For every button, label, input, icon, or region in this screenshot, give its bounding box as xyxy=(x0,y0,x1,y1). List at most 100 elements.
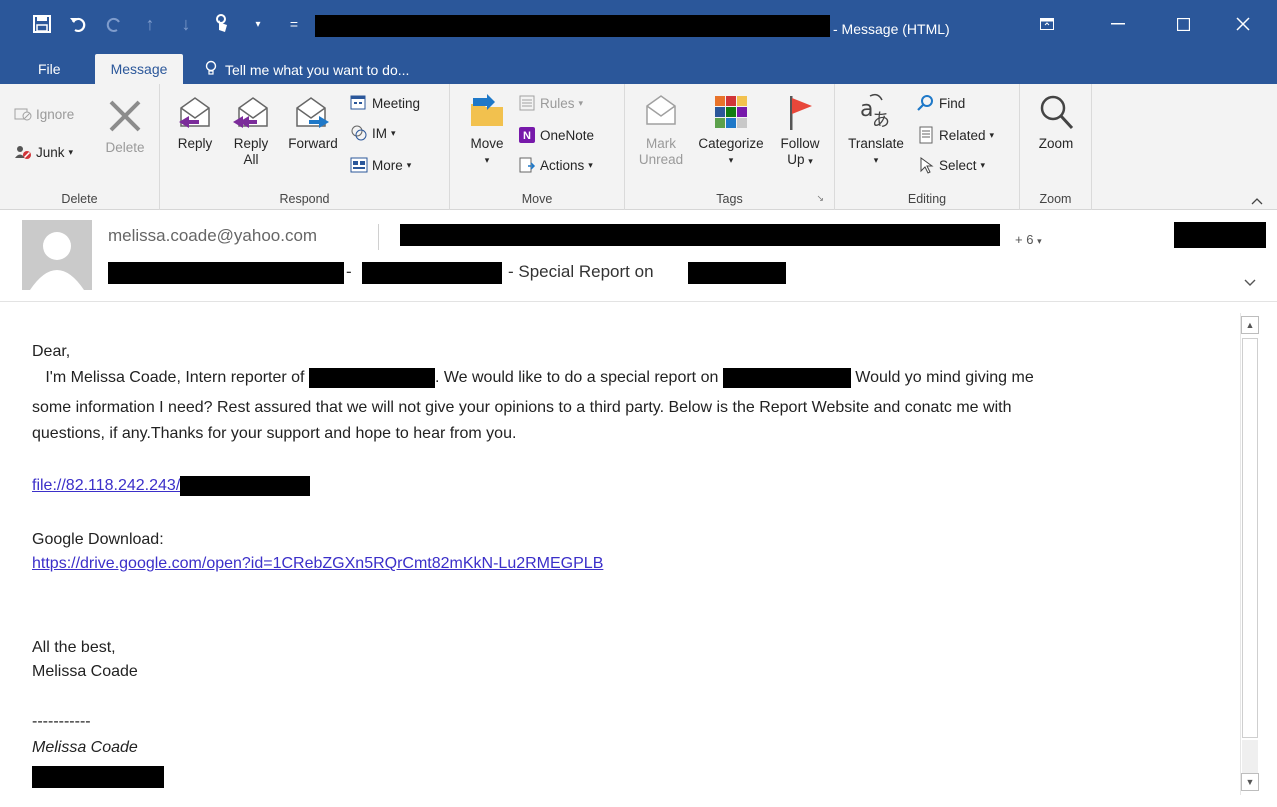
more-recipients[interactable]: + 6 ▾ xyxy=(1015,232,1042,247)
redo-icon[interactable] xyxy=(102,12,126,36)
junk-dropdown-icon: ▾ xyxy=(68,146,74,157)
tell-me-box[interactable]: Tell me what you want to do... xyxy=(205,60,409,79)
related-label: Related xyxy=(939,127,986,143)
header-separator xyxy=(378,224,379,250)
translate-button[interactable]: aあ Translate ▾ xyxy=(841,92,911,168)
google-download-label: Google Download: xyxy=(32,531,164,548)
im-icon xyxy=(350,124,368,142)
junk-button[interactable]: Junk ▾ xyxy=(14,141,73,163)
sender-address[interactable]: melissa.coade@yahoo.com xyxy=(108,226,317,246)
touch-mode-icon[interactable] xyxy=(210,12,234,36)
zoom-button[interactable]: Zoom xyxy=(1030,92,1082,152)
file-link-row: file://82.118.242.243/ xyxy=(32,474,311,498)
message-body: Dear, I'm Melissa Coade, Intern reporter… xyxy=(0,302,1240,807)
forward-button[interactable]: Forward xyxy=(282,92,344,152)
p1-part-c: Would yo mind giving me xyxy=(850,369,1034,386)
tab-message[interactable]: Message xyxy=(95,54,183,84)
move-button[interactable]: Move ▾ xyxy=(460,92,514,168)
find-button[interactable]: Find xyxy=(917,92,965,114)
translate-icon: aあ xyxy=(856,92,896,132)
avatar xyxy=(22,220,92,290)
recipients-dropdown-icon: ▾ xyxy=(1037,236,1042,246)
im-dropdown-icon: ▾ xyxy=(391,127,396,138)
maximize-icon[interactable] xyxy=(1160,8,1206,40)
reply-all-button[interactable]: Reply All xyxy=(226,92,276,168)
dropdown-icon[interactable]: ▾ xyxy=(246,12,270,36)
im-button[interactable]: IM ▾ xyxy=(350,122,396,144)
actions-label: Actions xyxy=(540,157,585,173)
tags-launcher-icon[interactable]: ↘ xyxy=(816,193,824,204)
minimize-icon[interactable] xyxy=(1095,8,1141,40)
junk-icon xyxy=(14,143,32,161)
redacted-date xyxy=(1174,222,1266,248)
group-delete-label: Delete xyxy=(61,192,98,206)
google-drive-link[interactable]: https://drive.google.com/open?id=1CRebZG… xyxy=(32,555,603,572)
ignore-button[interactable]: Ignore xyxy=(14,103,74,125)
quick-access-toolbar: ↑ ↓ ▾ = xyxy=(30,12,318,36)
up-icon[interactable]: ↑ xyxy=(138,12,162,36)
file-link[interactable]: file://82.118.242.243/ xyxy=(32,477,180,494)
customize-icon[interactable]: = xyxy=(282,12,306,36)
group-respond-label: Respond xyxy=(279,192,330,206)
forward-icon xyxy=(293,92,333,132)
save-icon[interactable] xyxy=(30,12,54,36)
categorize-button[interactable]: Categorize ▾ xyxy=(689,92,773,168)
signature-name: Melissa Coade xyxy=(32,663,138,680)
collapse-ribbon-icon[interactable] xyxy=(1251,194,1263,208)
redacted-signature xyxy=(32,766,164,788)
tell-me-text: Tell me what you want to do... xyxy=(225,61,410,78)
paragraph-line-2: some information I need? Rest assured th… xyxy=(32,399,1012,416)
signature-separator: ----------- xyxy=(32,713,91,730)
paragraph-line-3: questions, if any.Thanks for your suppor… xyxy=(32,425,517,442)
tab-file[interactable]: File xyxy=(28,54,71,84)
ribbon-display-icon[interactable] xyxy=(1024,8,1070,40)
undo-icon[interactable] xyxy=(66,12,90,36)
more-button[interactable]: More ▾ xyxy=(350,154,411,176)
rules-label: Rules xyxy=(540,95,575,111)
p1-part-b: . We would like to do a special report o… xyxy=(434,369,719,386)
scroll-track[interactable] xyxy=(1242,740,1258,775)
ribbon: Ignore Junk ▾ Delete Delete Reply Reply … xyxy=(0,84,1277,210)
scroll-up-icon[interactable]: ▲ xyxy=(1241,316,1259,334)
move-label: Move xyxy=(470,136,504,151)
categorize-dropdown-icon: ▾ xyxy=(728,155,734,165)
categorize-icon xyxy=(711,92,751,132)
reply-all-icon xyxy=(231,92,271,132)
follow-up-label-1: Follow xyxy=(780,136,820,151)
cursor-icon xyxy=(917,156,935,174)
reply-all-label-1: Reply xyxy=(233,136,269,151)
scroll-down-icon[interactable]: ▼ xyxy=(1241,773,1259,791)
paragraph-line-1: I'm Melissa Coade, Intern reporter of . … xyxy=(32,366,1034,390)
flag-icon xyxy=(780,92,820,132)
group-zoom: Zoom Zoom xyxy=(1020,84,1092,210)
more-recipients-count: + 6 xyxy=(1015,232,1034,247)
more-dropdown-icon: ▾ xyxy=(406,159,412,170)
reply-button[interactable]: Reply xyxy=(172,92,218,152)
scroll-thumb[interactable] xyxy=(1242,338,1258,738)
related-button[interactable]: Related ▾ xyxy=(917,124,994,146)
mark-unread-button[interactable]: Mark Unread xyxy=(633,92,689,168)
im-label: IM xyxy=(372,125,387,141)
title-bar: ↑ ↓ ▾ = - Message (HTML) xyxy=(0,0,1277,50)
follow-up-button[interactable]: Follow Up ▾ xyxy=(773,92,827,169)
delete-button[interactable]: Delete xyxy=(100,96,150,156)
redacted-org xyxy=(308,367,435,388)
close-icon[interactable] xyxy=(1220,8,1266,40)
follow-up-label-2: Up xyxy=(787,152,805,167)
window-title: - Message (HTML) xyxy=(833,21,950,37)
expand-header-icon[interactable] xyxy=(1244,274,1256,292)
ignore-icon xyxy=(14,105,32,123)
mark-unread-label-2: Unread xyxy=(638,152,684,167)
onenote-label: OneNote xyxy=(540,127,595,143)
forward-label: Forward xyxy=(288,136,338,151)
reply-label: Reply xyxy=(177,136,213,151)
delete-label: Delete xyxy=(105,140,145,155)
rules-button[interactable]: Rules ▾ xyxy=(518,92,583,114)
meeting-button[interactable]: Meeting xyxy=(350,92,420,114)
down-icon[interactable]: ↓ xyxy=(174,12,198,36)
redacted-subject-1 xyxy=(108,262,344,284)
onenote-button[interactable]: N OneNote xyxy=(518,124,594,146)
actions-button[interactable]: Actions ▾ xyxy=(518,154,593,176)
meeting-label: Meeting xyxy=(372,95,421,111)
select-button[interactable]: Select ▾ xyxy=(917,154,985,176)
